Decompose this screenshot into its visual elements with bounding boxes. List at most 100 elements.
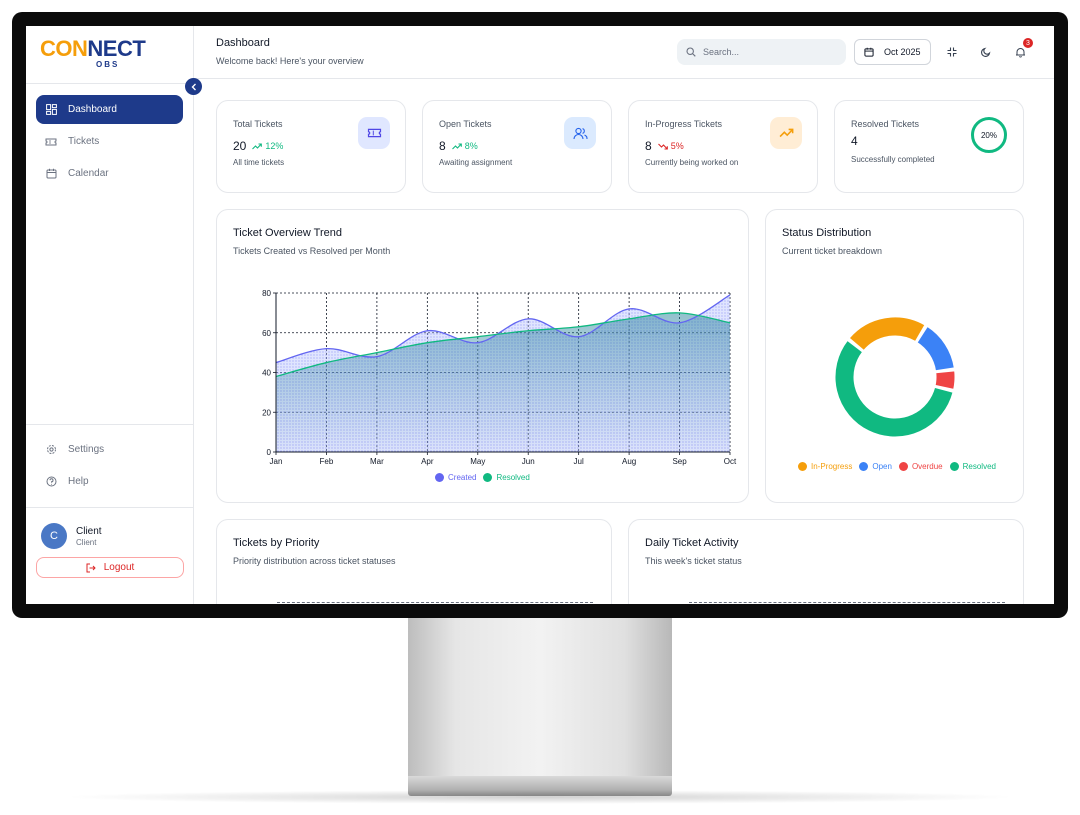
y-tick-label: 0 (267, 448, 272, 457)
y-tick-label: 60 (262, 329, 271, 338)
stat-card-open[interactable]: Open Tickets 8 8% Awaiting assignment (422, 100, 612, 193)
legend-label: Resolved (496, 473, 530, 482)
stat-desc: All time tickets (233, 158, 285, 167)
minimize-icon (947, 47, 957, 57)
calendar-icon (864, 47, 874, 57)
sidebar-collapse-button[interactable] (185, 78, 202, 95)
x-tick-label: Aug (622, 457, 636, 466)
y-tick-label: 80 (262, 289, 271, 298)
trend-badge: 8% (451, 141, 478, 151)
stat-value-row: 20 12% (233, 139, 283, 153)
sidebar: CONNECT OBS Dashboard Tickets Calendar S… (26, 26, 202, 604)
sidebar-item-tickets[interactable]: Tickets (36, 127, 183, 156)
monitor-shadow (60, 790, 1020, 804)
legend-dot (949, 462, 959, 471)
logo: CONNECT OBS (26, 26, 193, 84)
trend-up-icon (252, 142, 263, 150)
legend-label: Overdue (911, 462, 943, 471)
legend-dot (898, 462, 908, 471)
x-tick-label: Jan (270, 457, 283, 466)
legend-item-overdue[interactable]: Overdue (898, 462, 943, 471)
status-donut-chart (834, 316, 956, 438)
x-tick-label: May (470, 457, 485, 466)
stat-value: 8 (439, 139, 446, 153)
chart-gridline (277, 602, 593, 603)
trend-chart: 0 20 40 60 80 Jan Feb Mar Apr May Jun Jul Aug Sep Oct (262, 289, 737, 466)
logo-main: CON (40, 36, 88, 61)
x-tick-label: Jul (574, 457, 584, 466)
users-icon (564, 117, 596, 149)
sidebar-item-label: Tickets (68, 136, 100, 147)
stat-value: 8 (645, 139, 652, 153)
stat-desc: Awaiting assignment (439, 158, 513, 167)
trend-up-icon (451, 142, 462, 150)
stat-desc: Successfully completed (851, 155, 935, 164)
status-legend: In-Progress Open Overdue Resolved (798, 462, 1003, 471)
stat-value-row: 8 5% (645, 139, 684, 153)
notification-badge: 3 (1023, 38, 1033, 48)
legend-item-resolved[interactable]: Resolved (483, 473, 530, 482)
resolved-progress-ring: 20% (971, 117, 1007, 153)
stat-label: Resolved Tickets (851, 119, 920, 129)
sidebar-item-settings[interactable]: Settings (36, 435, 184, 464)
sidebar-item-label: Calendar (68, 168, 109, 179)
x-tick-label: Mar (370, 457, 384, 466)
legend-item-open[interactable]: Open (859, 462, 892, 471)
legend-label: Open (872, 462, 892, 471)
theme-toggle-button[interactable] (979, 45, 993, 59)
stat-card-total[interactable]: Total Tickets 20 12% All time tickets (216, 100, 406, 193)
x-tick-label: Apr (421, 457, 434, 466)
legend-item-in-progress[interactable]: In-Progress (798, 462, 852, 471)
legend-label: In-Progress (811, 462, 853, 471)
page-subtitle: Welcome back! Here's your overview (216, 56, 364, 66)
help-icon (45, 476, 57, 488)
stat-label: Total Tickets (233, 119, 283, 129)
logout-button[interactable]: Logout (36, 557, 184, 578)
legend-item-resolved[interactable]: Resolved (949, 462, 996, 471)
sidebar-bottom-nav: Settings Help (26, 424, 194, 499)
stat-value-row: 4 (851, 134, 858, 148)
legend-item-created[interactable]: Created (435, 473, 476, 482)
x-tick-label: Sep (672, 457, 687, 466)
donut-slice-in-progress (848, 316, 926, 352)
legend-dot (798, 462, 807, 471)
stat-value: 20 (233, 139, 247, 153)
chevron-left-icon (191, 83, 196, 90)
fullscreen-exit-button[interactable] (945, 45, 959, 59)
moon-icon (981, 47, 991, 57)
ticket-icon (358, 117, 390, 149)
dashboard-icon (45, 104, 57, 116)
legend-label: Resolved (962, 462, 996, 471)
stat-card-resolved[interactable]: Resolved Tickets 4 Successfully complete… (834, 100, 1024, 193)
stat-card-in-progress[interactable]: In-Progress Tickets 8 5% Currently being… (628, 100, 818, 193)
status-chart-card: Status Distribution Current ticket break… (765, 209, 1024, 503)
trend-badge: 5% (657, 141, 684, 151)
search-box (677, 39, 846, 65)
date-picker-button[interactable]: Oct 2025 (854, 39, 931, 65)
sidebar-item-dashboard[interactable]: Dashboard (36, 95, 183, 124)
top-header: Dashboard Welcome back! Here's your over… (194, 26, 1054, 79)
trend-legend: Created Resolved (435, 473, 537, 482)
stat-desc: Currently being worked on (645, 158, 739, 167)
search-icon (686, 47, 696, 57)
user-profile[interactable]: C Client Client (41, 523, 184, 549)
card-subtitle: Priority distribution across ticket stat… (233, 556, 396, 566)
date-label: Oct 2025 (884, 47, 921, 57)
calendar-icon (45, 168, 57, 180)
logout-label: Logout (103, 562, 135, 573)
app-screen: CONNECT OBS Dashboard Tickets Calendar S… (26, 26, 1054, 604)
sidebar-item-label: Dashboard (68, 104, 117, 115)
stat-label: Open Tickets (439, 119, 492, 129)
sidebar-item-help[interactable]: Help (36, 467, 184, 496)
sidebar-item-label: Settings (68, 444, 105, 455)
sidebar-item-calendar[interactable]: Calendar (36, 159, 183, 188)
stat-value-row: 8 8% (439, 139, 478, 153)
trend-chart-card: Ticket Overview Trend Tickets Created vs… (216, 209, 749, 503)
y-tick-label: 20 (262, 408, 271, 417)
page-title: Dashboard (216, 37, 270, 49)
search-input[interactable] (703, 47, 833, 57)
trending-up-icon (770, 117, 802, 149)
trend-value: 12% (265, 141, 284, 151)
legend-dot (483, 473, 493, 482)
bell-icon (1015, 47, 1025, 57)
